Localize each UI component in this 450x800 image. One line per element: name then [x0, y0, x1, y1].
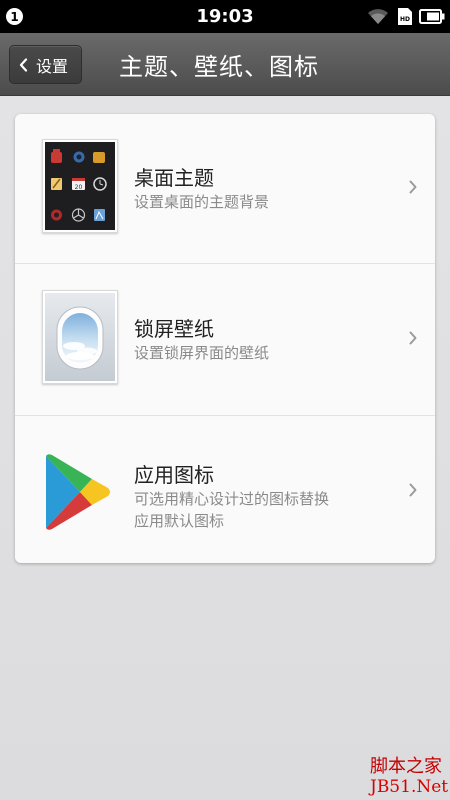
chevron-left-icon: [19, 57, 28, 72]
sim-card-icon: HD: [398, 8, 412, 25]
item-title: 应用图标: [134, 463, 214, 487]
site-watermark: 脚本之家 JB51.Net: [370, 756, 450, 798]
wifi-icon: [368, 9, 388, 24]
watermark-line2: JB51.Net: [370, 777, 449, 797]
chevron-right-icon: [409, 180, 417, 194]
item-description-line1: 可选用精心设计过的图标替换: [134, 490, 330, 508]
item-description: 设置桌面的主题背景: [134, 193, 270, 211]
chevron-right-icon: [409, 331, 417, 345]
item-description-line2: 应用默认图标: [134, 512, 225, 530]
play-store-icon: [46, 454, 110, 530]
battery-icon: [419, 9, 445, 24]
title-bar: 设置 主题、壁纸、图标: [0, 33, 450, 96]
settings-card: 20 桌面主题 设置桌面的主题背景 锁屏壁纸 设置锁屏界面的壁纸 应用图标 可选…: [15, 114, 435, 563]
calendar-day: 20: [75, 184, 83, 191]
item-title: 桌面主题: [134, 166, 214, 190]
wallpaper-thumbnail: [42, 290, 118, 384]
status-bar: 1 19:03 HD: [0, 0, 450, 33]
list-item-desktop-theme[interactable]: 20 桌面主题 设置桌面的主题背景: [15, 114, 435, 263]
airplane-window-wallpaper-image: [45, 293, 115, 381]
list-item-app-icons[interactable]: 应用图标 可选用精心设计过的图标替换 应用默认图标: [15, 416, 435, 563]
item-description: 设置锁屏界面的壁纸: [134, 344, 270, 362]
item-title: 锁屏壁纸: [134, 317, 214, 341]
back-button-label: 设置: [36, 56, 69, 76]
sim-label: HD: [400, 16, 410, 23]
theme-thumbnail: 20: [42, 139, 118, 233]
watermark-line1: 脚本之家: [370, 756, 442, 777]
chevron-right-icon: [409, 483, 417, 497]
list-item-lock-screen-wallpaper[interactable]: 锁屏壁纸 设置锁屏界面的壁纸: [15, 264, 435, 415]
theme-preview-image: 20: [45, 142, 115, 230]
page-title: 主题、壁纸、图标: [119, 53, 319, 81]
back-button[interactable]: 设置: [9, 45, 82, 84]
